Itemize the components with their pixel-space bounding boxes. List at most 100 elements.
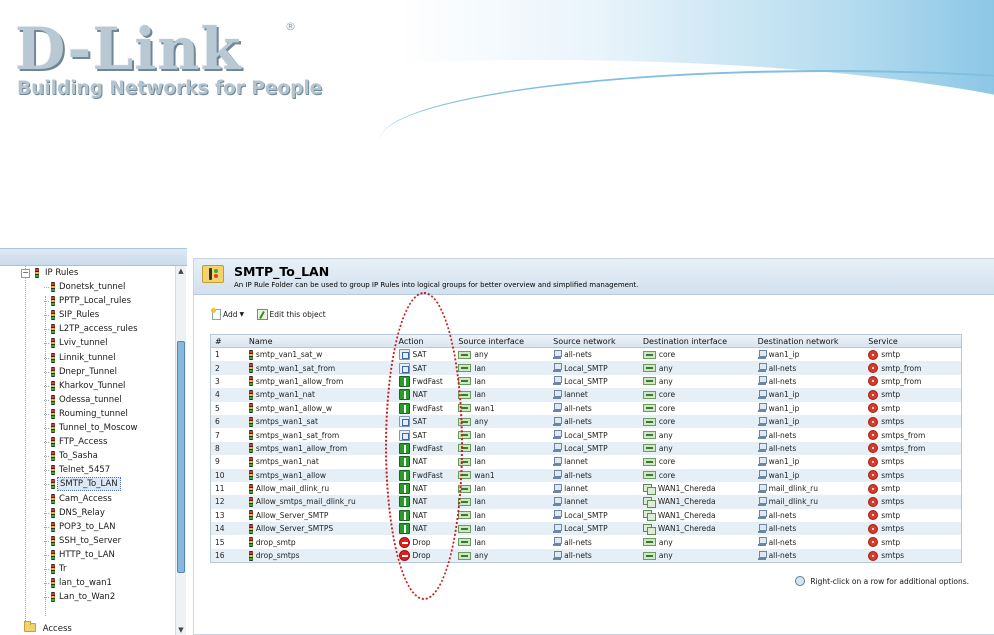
tree-item-label: Lviv_tunnel — [59, 338, 108, 349]
sat-action-icon — [398, 362, 410, 374]
cell-destination-network: all-nets — [754, 375, 865, 388]
column-header-name[interactable]: Name — [245, 335, 395, 347]
cell-action: SAT — [395, 348, 455, 361]
tree-guide-line — [44, 315, 49, 317]
network-object-icon — [757, 403, 767, 413]
tree-item-label: Donetsk_tunnel — [59, 282, 126, 292]
cell-service-text: smtps — [881, 524, 905, 534]
table-row[interactable]: 3 smtp_wan1_allow_from FwdFast lan Local_SMT… — [211, 375, 961, 388]
table-row[interactable]: 8 smtps_wan1_allow_from FwdFast lan Local_SM… — [211, 441, 961, 456]
table-row[interactable]: 14 Allow_Server_SMTPS NAT lan Local_SMTP WAN1… — [211, 522, 961, 536]
cell-source-interface-text: lan — [474, 484, 486, 494]
nat-action-icon — [398, 483, 410, 495]
table-row[interactable]: 15 drop_smtp Drop lan all-nets any all-nets smt… — [211, 535, 961, 548]
ip-rule-icon — [248, 430, 253, 441]
column-header-destination-interface[interactable]: Destination interface — [639, 335, 754, 347]
drop-action-icon — [398, 536, 410, 548]
cell-source-interface: lan — [454, 361, 549, 374]
nat-action-icon — [398, 523, 410, 535]
ip-rule-icon — [248, 349, 253, 360]
scroll-up-icon[interactable]: ▲ — [176, 266, 186, 277]
tree-item-label: Tr — [59, 564, 67, 574]
column-header-destination-network[interactable]: Destination network — [754, 335, 865, 347]
cell-source-interface: lan — [454, 428, 549, 441]
cell-source-network: all-nets — [549, 402, 639, 415]
interface-icon — [458, 511, 472, 520]
cell-service-text: smtps — [881, 457, 905, 467]
table-row[interactable]: 5 smtp_wan1_allow_w FwdFast wan1 all-nets cor… — [211, 402, 961, 415]
cell-destination-interface-text: core — [658, 417, 676, 427]
service-icon — [868, 389, 879, 400]
interface-icon — [458, 444, 472, 453]
cell-service: smtps_from — [864, 442, 961, 455]
rule-folder-icon — [51, 578, 55, 589]
cell-number-text: 2 — [215, 363, 220, 373]
column-header-action[interactable]: Action — [395, 335, 455, 347]
tree-guide-line — [44, 287, 49, 288]
cell-source-interface-text: any — [474, 551, 489, 561]
table-row[interactable]: 7 smtps_wan1_sat_from SAT lan Local_SMTP any a… — [211, 428, 961, 441]
cell-source-network: lannet — [549, 495, 639, 508]
scrollbar-thumb[interactable] — [177, 341, 185, 573]
table-row[interactable]: 10 smtps_wan1_allow FwdFast wan1 all-nets cor… — [211, 468, 961, 482]
tree-item-access[interactable]: Access — [24, 621, 74, 635]
cell-number-text: 16 — [215, 551, 225, 561]
tree-guide-line — [44, 569, 49, 570]
network-object-icon — [553, 389, 563, 400]
table-row[interactable]: 1 smtp_van1_sat_w SAT any all-nets core wan1_i… — [211, 348, 961, 361]
drop-action-icon — [398, 550, 410, 562]
table-row[interactable]: 12 Allow_smtps_mail_dlink_ru NAT lan lannet W… — [211, 495, 961, 509]
cell-destination-interface-text: any — [658, 551, 673, 561]
cell-service: smtp — [864, 509, 961, 522]
interface-icon — [642, 404, 656, 413]
cell-service-text: smtp — [881, 403, 901, 413]
collapse-toggle-icon[interactable]: − — [21, 269, 30, 278]
cell-number: 13 — [211, 509, 245, 522]
context-hint: Right-click on a row for additional opti… — [795, 576, 969, 586]
cell-destination-interface: WAN1_Chereda — [639, 495, 754, 508]
cell-number-text: 8 — [215, 443, 220, 453]
column-header-number[interactable]: # — [211, 335, 245, 347]
cell-destination-network-text: wan1_ip — [768, 470, 800, 480]
cell-name-text: smtp_wan1_nat — [255, 390, 315, 400]
table-row[interactable]: 4 smtp_wan1_nat NAT lan lannet core wan1_ip smt… — [211, 388, 961, 402]
column-header-source-network[interactable]: Source network — [549, 335, 639, 347]
add-button[interactable]: Add ▼ — [211, 308, 244, 320]
table-row[interactable]: 2 smtp_wan1_sat_from SAT lan Local_SMTP any al… — [211, 361, 961, 375]
cell-source-network: all-nets — [549, 469, 639, 482]
cell-name: Allow_smtps_mail_dlink_ru — [245, 495, 395, 508]
cell-name: smtps_wan1_allow_from — [245, 442, 395, 455]
cell-action: NAT — [395, 455, 455, 468]
table-header: # Name Action Source interface Source ne… — [211, 335, 961, 348]
cell-source-network-text: lannet — [564, 497, 588, 507]
cell-source-interface-text: lan — [474, 430, 486, 440]
cell-source-interface: lan — [454, 388, 549, 401]
table-row[interactable]: 11 Allow_mail_dlink_ru NAT lan lannet WAN1_Ch… — [211, 482, 961, 495]
ip-rule-icon — [248, 550, 253, 561]
cell-destination-interface: any — [639, 549, 754, 562]
cell-source-network-text: Local_SMTP — [564, 376, 608, 386]
rule-folder-icon — [51, 338, 55, 349]
cell-name: smtp_wan1_allow_from — [245, 375, 395, 388]
interface-icon — [642, 417, 656, 426]
table-row[interactable]: 9 smtps_wan1_nat NAT lan lannet core wan1_ip sm… — [211, 455, 961, 468]
cell-service-text: smtp — [881, 537, 901, 547]
ip-rules-icon — [35, 268, 39, 278]
table-row[interactable]: 16 drop_smtps Drop any all-nets any all-nets sm… — [211, 548, 961, 563]
cell-source-network-text: all-nets — [564, 551, 592, 561]
cell-destination-interface: core — [639, 455, 754, 468]
tree-scrollbar[interactable]: ▲ ▼ — [175, 266, 186, 635]
cell-destination-interface: core — [639, 388, 754, 401]
scroll-down-icon[interactable]: ▼ — [176, 625, 186, 635]
network-object-icon — [553, 349, 563, 360]
table-row[interactable]: 13 Allow_Server_SMTP NAT lan Local_SMTP WAN1_… — [211, 509, 961, 522]
table-row[interactable]: 6 smtps_wan1_sat SAT any all-nets core wan1_ip… — [211, 414, 961, 429]
edit-object-button[interactable]: Edit this object — [256, 309, 326, 320]
column-header-service[interactable]: Service — [864, 335, 961, 347]
cell-destination-network-text: all-nets — [768, 537, 797, 547]
column-header-source-interface[interactable]: Source interface — [454, 335, 549, 347]
rule-folder-icon — [51, 394, 55, 405]
nat-action-icon — [398, 509, 410, 521]
cell-name: drop_smtps — [245, 549, 395, 562]
rule-folder-icon — [51, 437, 55, 448]
